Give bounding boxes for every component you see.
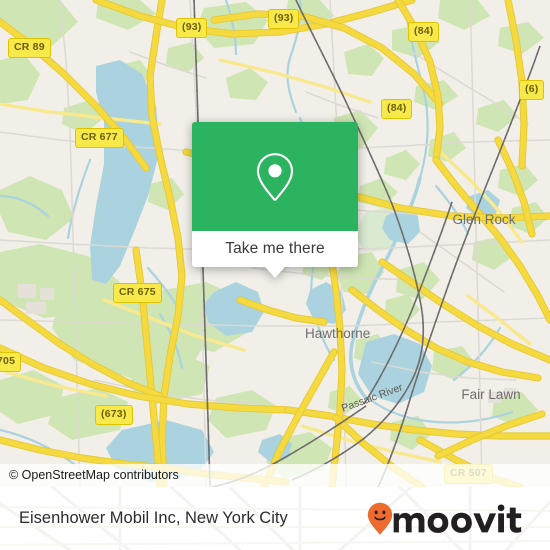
popup-card-header: [192, 122, 358, 231]
location-popup-card[interactable]: Take me there: [192, 122, 358, 278]
map-pin-icon: [256, 152, 294, 201]
road-shield: 705: [0, 352, 22, 372]
screenshot-root: .w { fill:#aad3df; } .wl { fill:none; st…: [0, 0, 550, 550]
popup-card-footer[interactable]: Take me there: [192, 231, 358, 278]
road-shield: CR 89: [8, 38, 51, 58]
place-label-fair-lawn: Fair Lawn: [461, 387, 521, 402]
road-shield: CR 677: [75, 128, 124, 148]
road-shield: (84): [381, 99, 413, 119]
moovit-wordmark: [393, 504, 522, 533]
road-shield: CR 675: [113, 283, 162, 303]
road-shield: (93): [176, 18, 208, 38]
road-shield: (6): [519, 80, 545, 100]
road-shield: (673): [95, 405, 133, 425]
footer-bar: Eisenhower Mobil Inc, New York City: [0, 487, 550, 550]
osm-attribution[interactable]: © OpenStreetMap contributors: [0, 464, 550, 487]
moovit-logo[interactable]: [367, 502, 532, 536]
map-canvas[interactable]: .w { fill:#aad3df; } .wl { fill:none; st…: [0, 0, 550, 487]
road-shield: (93): [268, 9, 300, 29]
place-label-glen-rock: Glen Rock: [452, 212, 516, 227]
place-label-hawthorne: Hawthorne: [305, 326, 371, 341]
moovit-pin-icon: [367, 502, 393, 535]
page-title: Eisenhower Mobil Inc, New York City: [19, 509, 288, 527]
road-shield: (84): [408, 22, 440, 42]
popup-pointer-triangle: [265, 267, 285, 278]
take-me-there-label: Take me there: [225, 240, 325, 257]
